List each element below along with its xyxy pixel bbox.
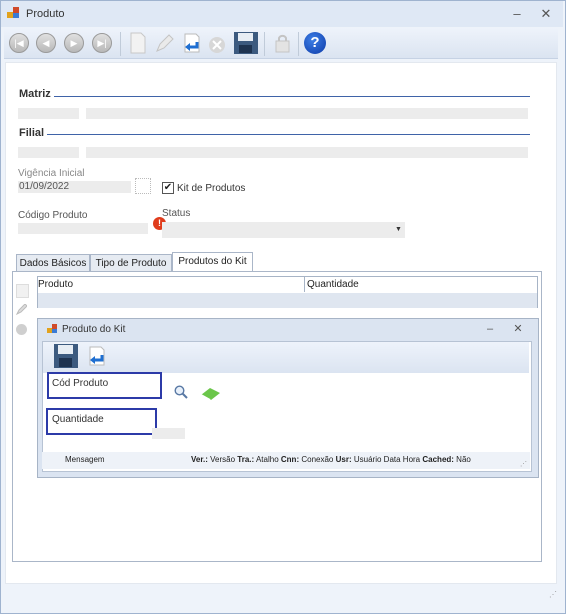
filial-code-field[interactable] xyxy=(18,147,79,158)
next-record-icon[interactable]: ▶ xyxy=(64,33,84,53)
cancel-icon[interactable] xyxy=(207,35,227,55)
app-icon xyxy=(7,7,20,19)
tab-dados-basicos[interactable]: Dados Básicos xyxy=(16,254,90,272)
filial-name-field[interactable] xyxy=(86,147,528,158)
first-record-icon[interactable]: |◀ xyxy=(9,33,29,53)
bottom-bar xyxy=(5,596,555,608)
add-row-icon[interactable] xyxy=(16,284,29,298)
grid-col-divider xyxy=(304,277,305,292)
status-usr-value: Usuário xyxy=(353,455,382,464)
status-mensagem: Mensagem xyxy=(65,455,105,464)
status-ver-value: Versão xyxy=(210,455,236,464)
last-record-icon[interactable]: ▶| xyxy=(92,33,112,53)
quantidade-label: Quantidade xyxy=(52,414,104,425)
grid-col-produto[interactable]: Produto xyxy=(38,279,73,290)
group-matriz-label: Matriz xyxy=(19,88,51,100)
calendar-button[interactable] xyxy=(135,178,151,194)
undo-icon[interactable] xyxy=(85,344,109,368)
eraser-icon[interactable] xyxy=(199,386,221,401)
status-cnn-key: Cnn: xyxy=(280,455,300,464)
codigo-produto-label: Código Produto xyxy=(18,210,88,221)
vigencia-label: Vigência Inicial xyxy=(18,168,85,179)
status-info: Ver.: Versão Tra.: Atalho Cnn: Conexão U… xyxy=(191,455,471,464)
kit-checkbox[interactable]: ✔ xyxy=(162,182,174,194)
toolbar-separator xyxy=(298,32,299,56)
status-ver-key: Ver.: xyxy=(191,455,208,464)
tab-produtos-kit[interactable]: Produtos do Kit xyxy=(172,252,253,272)
codigo-produto-field[interactable] xyxy=(18,223,148,234)
close-button[interactable]: ✕ xyxy=(510,323,526,337)
subwindow-title: Produto do Kit xyxy=(62,324,126,335)
search-icon[interactable] xyxy=(174,385,188,399)
status-cached-key: Cached: xyxy=(422,455,454,464)
grid-col-quantidade[interactable]: Quantidade xyxy=(307,279,359,290)
chevron-down-icon[interactable]: ▼ xyxy=(395,226,402,233)
status-select[interactable] xyxy=(162,222,405,238)
quantidade-field[interactable] xyxy=(152,428,185,439)
matriz-code-field[interactable] xyxy=(18,108,79,119)
title-bar xyxy=(1,1,563,27)
delete-row-icon[interactable] xyxy=(16,324,27,335)
status-tra-value: Atalho xyxy=(255,455,279,464)
lock-icon[interactable] xyxy=(270,31,294,55)
group-divider xyxy=(47,134,530,135)
table-row[interactable] xyxy=(37,293,538,308)
vigencia-value: 01/09/2022 xyxy=(19,181,70,192)
status-data-hora: Data Hora xyxy=(383,455,421,464)
undo-icon[interactable] xyxy=(180,31,204,55)
kit-checkbox-label: Kit de Produtos xyxy=(177,183,246,194)
resize-grip-icon[interactable]: ⋰ xyxy=(520,460,527,468)
group-divider xyxy=(54,96,530,97)
toolbar-separator xyxy=(120,32,121,56)
status-cnn-value: Conexão xyxy=(301,455,334,464)
help-icon[interactable]: ? xyxy=(304,32,326,54)
edit-icon[interactable] xyxy=(153,31,177,55)
matriz-name-field[interactable] xyxy=(86,108,528,119)
previous-record-icon[interactable]: ◀ xyxy=(36,33,56,53)
subwindow-toolbar xyxy=(43,342,529,373)
cod-produto-label: Cód Produto xyxy=(52,378,109,389)
save-icon[interactable] xyxy=(53,343,79,369)
grid-header xyxy=(37,276,538,294)
minimize-button[interactable]: ‒ xyxy=(482,323,498,337)
save-icon[interactable] xyxy=(233,31,258,55)
window-title: Produto xyxy=(26,8,65,20)
status-label: Status xyxy=(162,208,191,219)
group-filial-label: Filial xyxy=(19,127,45,139)
status-tra-key: Tra.: xyxy=(237,455,255,464)
status-usr-key: Usr: xyxy=(335,455,352,464)
toolbar-separator xyxy=(264,32,265,56)
minimize-button[interactable]: ‒ xyxy=(509,7,525,22)
app-icon xyxy=(47,324,58,334)
status-cached-value: Não xyxy=(456,455,471,464)
close-button[interactable]: ✕ xyxy=(538,7,554,22)
edit-row-icon[interactable] xyxy=(15,303,28,316)
new-document-icon[interactable] xyxy=(126,31,150,55)
resize-grip-icon[interactable]: ⋰ xyxy=(549,590,557,599)
tab-tipo-produto[interactable]: Tipo de Produto xyxy=(90,254,172,272)
